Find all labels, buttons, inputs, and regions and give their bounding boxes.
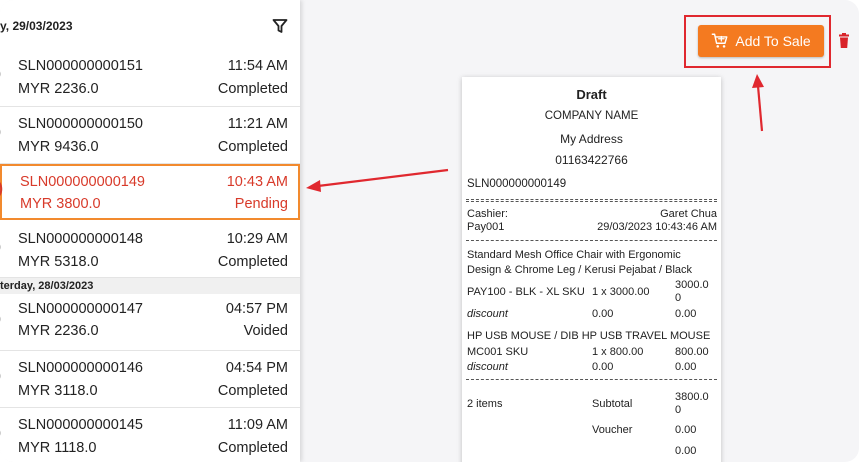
transaction-status: Completed [217,383,288,399]
date-header-label: y, 29/03/2023 [0,19,73,33]
date-header-label: terday, 28/03/2023 [0,280,94,292]
transaction-status: Completed [217,139,288,155]
divider [466,240,717,241]
transaction-id: SLN000000000146 [18,360,143,376]
transaction-time: 11:54 AM [227,58,288,74]
transaction-row[interactable]: ) SLN000000000145 MYR 1118.0 11:09 AM Co… [0,408,300,462]
item-count: 2 items [467,398,503,410]
transaction-time: 04:54 PM [225,360,288,376]
radio-icon: ) [0,124,6,139]
transaction-time: 04:57 PM [225,301,288,317]
receipt-phone: 01163422766 [555,153,628,167]
transaction-amount: MYR 5318.0 [18,254,99,270]
receipt-last-value: 0.00 [675,445,697,457]
discount-total: 0.00 [675,361,697,373]
transaction-status: Pending [234,196,288,212]
receipt-title: Draft [576,87,607,102]
divider [466,201,717,202]
pay-id: Pay001 [467,221,505,233]
subtotal-label: Subtotal [592,398,633,410]
transaction-list: y, 29/03/2023 ) SLN000000000151 MYR 2236… [0,0,300,462]
divider [466,199,717,200]
item-qty-price: 1 x 3000.00 [592,286,650,298]
date-header-today: y, 29/03/2023 [0,0,300,49]
item-total: 800.00 [675,346,709,358]
voucher-label: Voucher [592,424,633,436]
delete-icon[interactable] [837,33,851,49]
transaction-amount: MYR 3118.0 [18,383,98,399]
item-name: HP USB MOUSE / DIB HP USB TRAVEL MOUSE [467,330,711,342]
item-name: Standard Mesh Office Chair with Ergonomi… [467,249,681,261]
item-sku: MC001 SKU [467,346,529,358]
radio-icon: ) [0,368,6,383]
radio-icon: ) [0,181,8,196]
add-to-sale-label: Add To Sale [735,33,811,49]
transaction-row[interactable]: ) SLN000000000150 MYR 9436.0 11:21 AM Co… [0,107,300,164]
transaction-amount: MYR 1118.0 [18,440,97,456]
receipt-sln: SLN000000000149 [467,178,567,190]
subtotal-wrap: 0 [675,404,682,416]
item-total-wrap: 0 [675,292,682,304]
add-to-sale-button[interactable]: Add To Sale [698,25,824,57]
item-name: Design & Chrome Leg / Kerusi Pejabat / B… [467,264,693,276]
transaction-status: Completed [217,254,288,270]
transaction-id: SLN000000000147 [18,301,143,317]
radio-icon: ) [0,425,6,440]
transaction-row[interactable]: ) SLN000000000146 MYR 3118.0 04:54 PM Co… [0,351,300,408]
transaction-id: SLN000000000150 [18,116,143,132]
discount-value: 0.00 [592,308,614,320]
transaction-time: 11:09 AM [227,417,288,433]
transaction-amount: MYR 2236.0 [18,323,99,339]
cart-icon [712,33,728,48]
transaction-id: SLN000000000148 [18,231,143,247]
filter-icon[interactable] [272,18,288,34]
transaction-amount: MYR 9436.0 [18,139,99,155]
cashier-name: Garet Chua [660,208,717,220]
transaction-row[interactable]: ) SLN000000000147 MYR 2236.0 04:57 PM Vo… [0,294,300,351]
discount-total: 0.00 [675,308,697,320]
cashier-label: Cashier: [467,208,508,220]
transaction-time: 10:29 AM [226,231,288,247]
radio-icon: ) [0,239,6,254]
transaction-id: SLN000000000149 [20,174,145,190]
divider [466,379,717,380]
app-frame: y, 29/03/2023 ) SLN000000000151 MYR 2236… [0,0,859,462]
transaction-row[interactable]: ) SLN000000000151 MYR 2236.0 11:54 AM Co… [0,49,300,107]
voucher-value: 0.00 [675,424,697,436]
subtotal-value: 3800.0 [675,391,709,403]
radio-icon: ) [0,66,6,81]
transaction-time: 11:21 AM [227,116,288,132]
receipt-address: My Address [560,132,623,146]
arrow-to-selected-row [306,168,449,192]
discount-value: 0.00 [592,361,614,373]
discount-label: discount [467,361,508,373]
transaction-time: 10:43 AM [226,174,288,190]
receipt-datetime: 29/03/2023 10:43:46 AM [597,221,717,233]
transaction-status: Completed [217,81,288,97]
transaction-amount: MYR 3800.0 [20,196,101,212]
transaction-id: SLN000000000145 [18,417,143,433]
transaction-row[interactable]: ) SLN000000000148 MYR 5318.0 10:29 AM Co… [0,222,300,278]
transaction-id: SLN000000000151 [18,58,143,74]
item-qty-price: 1 x 800.00 [592,346,644,358]
receipt-company: COMPANY NAME [544,110,639,122]
arrow-to-add-button [752,74,764,132]
transaction-status: Completed [217,440,288,456]
item-total: 3000.0 [675,279,709,291]
radio-icon: ) [0,311,6,326]
discount-label: discount [467,308,508,320]
date-header-yesterday: terday, 28/03/2023 [0,278,300,294]
transaction-row-selected[interactable]: ) SLN000000000149 MYR 3800.0 10:43 AM Pe… [0,164,300,220]
item-sku: PAY100 - BLK - XL SKU [467,286,585,298]
transaction-status: Voided [243,323,288,339]
receipt-preview: Draft COMPANY NAME My Address 0116342276… [462,77,721,462]
transaction-amount: MYR 2236.0 [18,81,99,97]
